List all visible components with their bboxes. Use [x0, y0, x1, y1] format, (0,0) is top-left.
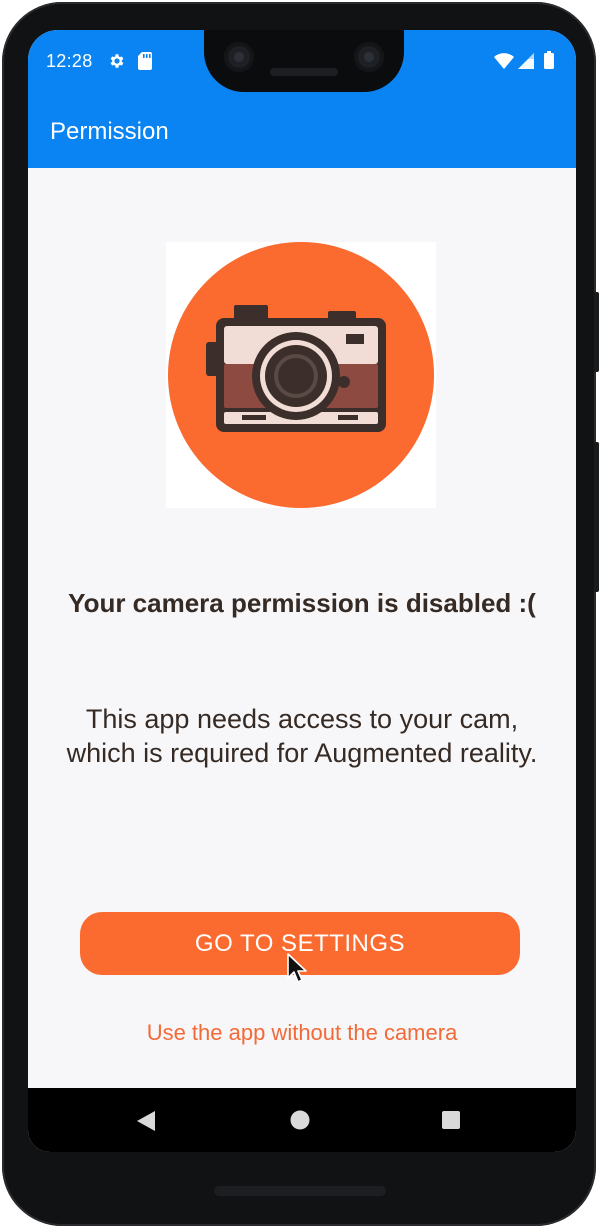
permission-content: Your camera permission is disabled :( Th… [28, 168, 576, 1088]
recents-icon[interactable] [442, 1111, 460, 1134]
signal-icon [518, 53, 534, 74]
power-button [594, 292, 599, 372]
front-camera-right [354, 42, 384, 72]
camera-illustration [166, 242, 436, 508]
status-time: 12:28 [46, 51, 93, 71]
phone-frame: 12:28 Permission Your camera permission … [2, 2, 599, 1226]
permission-description: This app needs access to your cam, which… [66, 704, 538, 768]
front-camera-left [224, 42, 254, 72]
battery-icon [544, 51, 554, 74]
sd-card-icon [138, 52, 152, 75]
display-notch [204, 30, 404, 92]
earpiece-speaker [270, 68, 338, 76]
phone-screen: 12:28 Permission Your camera permission … [28, 30, 576, 1152]
bottom-speaker [214, 1186, 386, 1196]
wifi-icon [494, 53, 514, 74]
mouse-cursor-icon [287, 953, 309, 990]
back-icon[interactable] [136, 1110, 156, 1137]
camera-icon [168, 242, 434, 508]
app-bar-title: Permission [50, 118, 169, 145]
system-navigation-bar [28, 1088, 576, 1152]
home-icon[interactable] [290, 1110, 310, 1135]
use-without-camera-link[interactable]: Use the app without the camera [52, 1020, 552, 1046]
volume-button [594, 442, 599, 592]
permission-headline: Your camera permission is disabled :( [68, 588, 536, 618]
app-bar: Permission [28, 94, 576, 168]
settings-icon [108, 52, 126, 75]
